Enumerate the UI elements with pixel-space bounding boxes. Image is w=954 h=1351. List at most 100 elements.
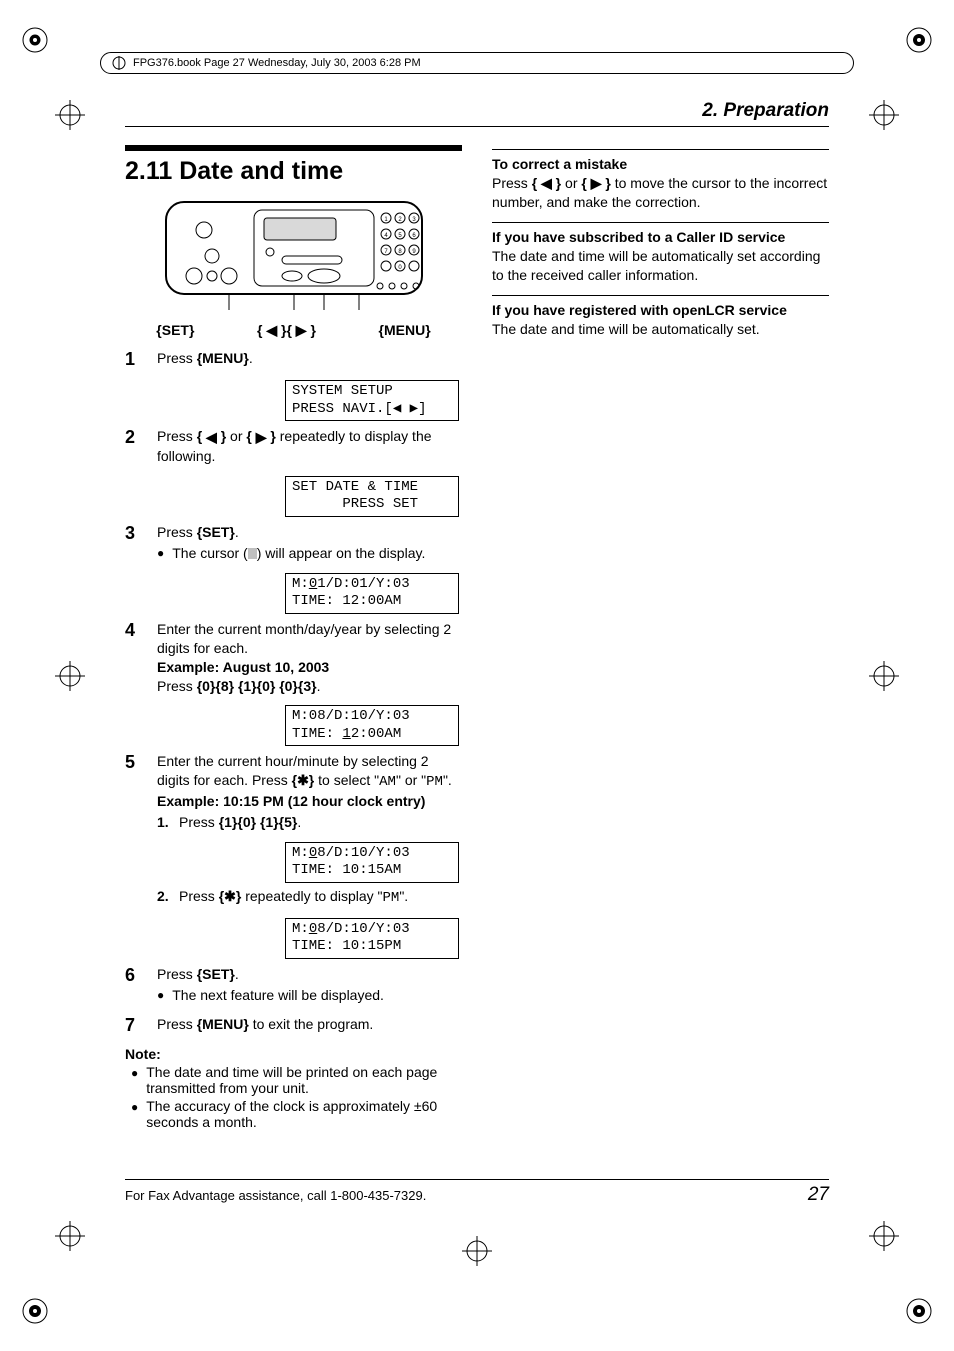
svg-text:6: 6 [412, 233, 416, 239]
text: Press {✱} repeatedly to display "PM". [179, 887, 408, 908]
label-nav: { ◀ }{ ▶ } [257, 322, 316, 339]
step-number-empty [125, 885, 143, 908]
step-number: 7 [125, 1015, 143, 1036]
note-heading: Note: [125, 1046, 462, 1062]
heading-caller-id: If you have subscribed to a Caller ID se… [492, 229, 829, 245]
page-footer: For Fax Advantage assistance, call 1-800… [125, 1179, 829, 1206]
lcd-display: M:01/D:01/Y:03 TIME: 12:00AM [285, 573, 459, 614]
lcd-line: TIME: 10:15AM [292, 862, 401, 878]
step-7: 7 Press {MENU} to exit the program. [125, 1015, 462, 1036]
column-left: 2.11 Date and time [125, 145, 462, 1130]
bullet-icon: ● [157, 544, 164, 563]
register-mark-icon [55, 100, 85, 130]
lcd-line: M:01/D:01/Y:03 [292, 576, 410, 592]
divider [492, 295, 829, 296]
text: . [235, 966, 239, 982]
step-body: 2. Press {✱} repeatedly to display "PM". [157, 885, 462, 908]
step-number: 1 [125, 349, 143, 370]
text: . [235, 524, 239, 540]
file-header: FPG376.book Page 27 Wednesday, July 30, … [100, 52, 854, 74]
divider [492, 149, 829, 150]
key-set: {SET} [197, 524, 235, 540]
chapter-title: 2. Preparation [125, 100, 829, 127]
lcd-line: M:08/D:10/Y:03 [292, 845, 410, 861]
register-mark-icon [55, 1221, 85, 1251]
svg-text:3: 3 [412, 217, 416, 223]
crop-mark-icon [899, 1291, 939, 1331]
crop-mark-icon [899, 20, 939, 60]
lcd-line: PRESS SET [292, 496, 418, 512]
step-6: 6 Press {SET}. ● The next feature will b… [125, 965, 462, 1005]
svg-text:0: 0 [398, 265, 402, 271]
key-set: {SET} [197, 966, 235, 982]
step-body: Press {SET}. ● The next feature will be … [157, 965, 462, 1005]
svg-text:4: 4 [384, 233, 388, 239]
columns: 2.11 Date and time [125, 145, 829, 1130]
svg-text:8: 8 [398, 249, 402, 255]
crop-mark-icon [15, 1291, 55, 1331]
paragraph: The date and time will be automatically … [492, 320, 829, 339]
text: The date and time will be printed on eac… [146, 1064, 462, 1096]
label-menu: {MENU} [379, 322, 431, 339]
text: The next feature will be displayed. [172, 986, 384, 1005]
register-mark-icon [869, 100, 899, 130]
heading-openlcr: If you have registered with openLCR serv… [492, 302, 829, 318]
step-4: 4 Enter the current month/day/year by se… [125, 620, 462, 696]
step-number: 4 [125, 620, 143, 696]
page: FPG376.book Page 27 Wednesday, July 30, … [0, 0, 954, 1351]
lcd-display: SET DATE & TIME PRESS SET [285, 476, 459, 517]
bullet-icon: ● [131, 1098, 138, 1130]
lcd-display: SYSTEM SETUP PRESS NAVI.[◀ ▶] [285, 380, 459, 421]
lcd-display: M:08/D:10/Y:03 TIME: 10:15AM [285, 842, 459, 883]
svg-text:9: 9 [412, 249, 416, 255]
lcd-line: TIME: 12:00AM [292, 593, 401, 609]
text: Press [157, 524, 197, 540]
step-number: 6 [125, 965, 143, 1005]
lcd-line: M:08/D:10/Y:03 [292, 921, 410, 937]
key-menu: {MENU} [197, 350, 249, 366]
page-number: 27 [808, 1184, 829, 1206]
file-header-text: FPG376.book Page 27 Wednesday, July 30, … [133, 57, 421, 69]
step-5: 5 Enter the current hour/minute by selec… [125, 752, 462, 832]
step-2: 2 Press { ◀ } or { ▶ } repeatedly to dis… [125, 427, 462, 466]
lcd-line: TIME: 10:15PM [292, 938, 401, 954]
svg-text:5: 5 [398, 233, 402, 239]
text: Press [157, 350, 197, 366]
text: Press [157, 966, 197, 982]
step-body: Press {MENU}. [157, 349, 462, 370]
lcd-line: SYSTEM SETUP [292, 383, 393, 399]
bullet: ● The next feature will be displayed. [157, 986, 462, 1005]
step-3: 3 Press {SET}. ● The cursor () will appe… [125, 523, 462, 563]
text: Enter the current hour/minute by selecti… [157, 753, 452, 788]
register-mark-icon [869, 1221, 899, 1251]
bullet: ● The date and time will be printed on e… [131, 1064, 462, 1096]
step-number: 3 [125, 523, 143, 563]
step-1: 1 Press {MENU}. [125, 349, 462, 370]
content: 2. Preparation 2.11 Date and time [125, 100, 829, 1221]
svg-text:7: 7 [384, 249, 388, 255]
crop-mark-icon [15, 20, 55, 60]
column-right: To correct a mistake Press { ◀ } or { ▶ … [492, 145, 829, 1130]
svg-text:2: 2 [398, 217, 402, 223]
register-mark-icon [462, 1236, 492, 1266]
step-5b: 2. Press {✱} repeatedly to display "PM". [125, 885, 462, 908]
paragraph: Press { ◀ } or { ▶ } to move the cursor … [492, 174, 829, 212]
step-number: 5 [125, 752, 143, 832]
text: to exit the program. [249, 1016, 374, 1032]
text: The accuracy of the clock is approximate… [146, 1098, 462, 1130]
lcd-line: M:08/D:10/Y:03 [292, 708, 410, 724]
divider [492, 222, 829, 223]
footer-text: For Fax Advantage assistance, call 1-800… [125, 1188, 426, 1203]
bullet-icon: ● [157, 986, 164, 1005]
bullet: ● The accuracy of the clock is approxima… [131, 1098, 462, 1130]
example-label: Example: 10:15 PM (12 hour clock entry) [157, 793, 425, 809]
substep-2: 2. Press {✱} repeatedly to display "PM". [157, 887, 462, 908]
text: The cursor () will appear on the display… [172, 544, 425, 563]
text: Press [157, 678, 197, 694]
register-mark-icon [55, 661, 85, 691]
step-body: Enter the current hour/minute by selecti… [157, 752, 462, 832]
register-mark-icon [869, 661, 899, 691]
step-body: Press {SET}. ● The cursor () will appear… [157, 523, 462, 563]
lcd-line: TIME: 12:00AM [292, 726, 401, 742]
step-number: 2 [125, 427, 143, 466]
